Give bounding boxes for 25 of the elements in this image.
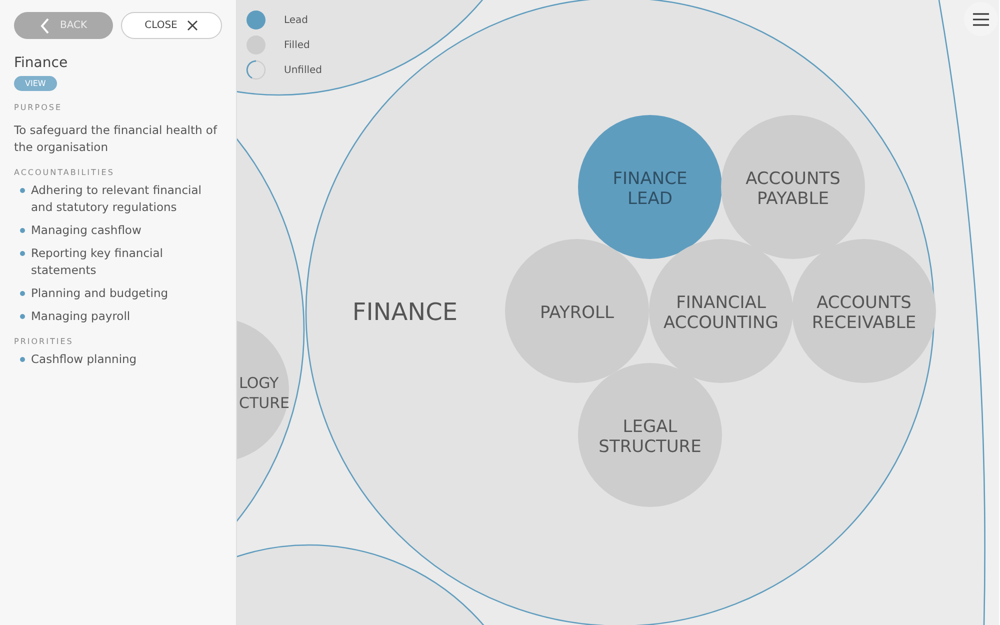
circle-label: LOGY CTURE [239, 374, 290, 412]
circle-label: FINANCE [352, 298, 458, 326]
circle-label: PAYROLL [540, 303, 614, 323]
list-item-text: Managing payroll [31, 308, 130, 325]
section-heading: PRIORITIES [14, 337, 74, 346]
purpose-text: To safeguard the financial health of the organisation [14, 122, 218, 156]
back-button[interactable]: BACK [14, 12, 113, 39]
section-heading: PURPOSE [14, 103, 63, 112]
list-item-text: Planning and budgeting [31, 285, 168, 302]
list-item-text: Cashflow planning [31, 351, 137, 368]
list-item-text: Reporting key financial statements [31, 245, 164, 279]
legend-label: Lead [284, 14, 308, 26]
legend-label: Unfilled [284, 64, 322, 76]
circle-label: FINANCIAL ACCOUNTING [664, 293, 778, 333]
circle-label: LEGAL STRUCTURE [598, 417, 702, 457]
circle-label: ACCOUNTS PAYABLE [746, 169, 840, 209]
list-item-text: Managing cashflow [31, 222, 142, 239]
circle-label: FINANCE LEAD [612, 169, 688, 209]
legend-label: Filled [284, 40, 310, 50]
view-button[interactable]: VIEW [14, 76, 57, 91]
list-item-text: Adhering to relevant financial and statutory regulations [31, 182, 202, 216]
circle-label: ACCOUNTS RECEIVABLE [812, 293, 916, 333]
close-button[interactable]: CLOSE [121, 12, 222, 39]
panel-title: Finance [14, 55, 69, 71]
section-heading: ACCOUNTABILITIES [14, 168, 116, 177]
